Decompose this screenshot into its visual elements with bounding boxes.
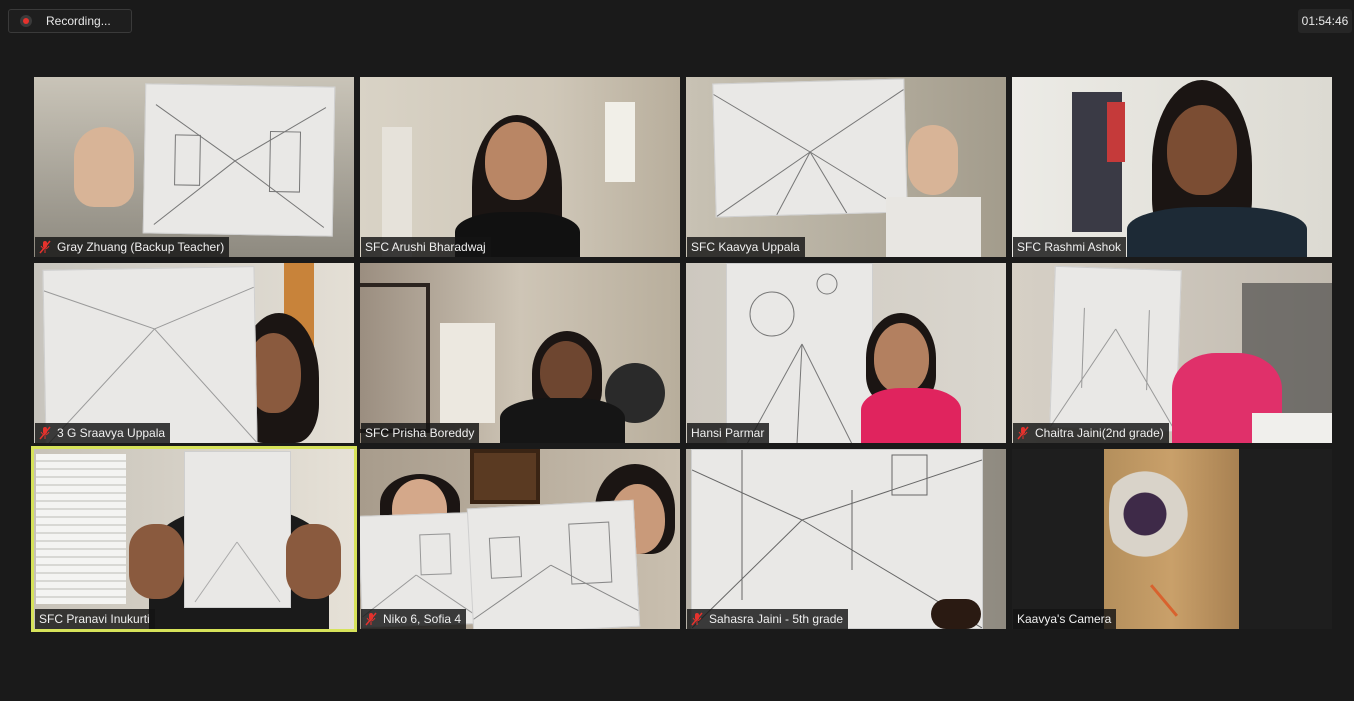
video-tile[interactable]: Kaavya's Camera (1012, 449, 1332, 629)
participant-label: 3 G Sraavya Uppala (35, 423, 171, 443)
participant-label: SFC Prisha Boreddy (361, 423, 480, 443)
camera-feed (1104, 449, 1239, 629)
face (874, 323, 929, 393)
participant-label: Niko 6, Sofia 4 (361, 609, 467, 629)
video-tile-active-speaker[interactable]: SFC Pranavi Inukurti (31, 446, 357, 632)
video-tile[interactable]: SFC Kaavya Uppala (686, 77, 1006, 257)
participant-label: SFC Kaavya Uppala (687, 237, 805, 257)
wall-picture (470, 449, 540, 504)
drawing-paper (712, 78, 908, 218)
drawing-paper (42, 266, 258, 443)
participant-name: Kaavya's Camera (1017, 612, 1112, 626)
participant-label: SFC Rashmi Ashok (1013, 237, 1127, 257)
record-icon (20, 15, 32, 27)
participant-name: SFC Pranavi Inukurti (39, 612, 150, 626)
muted-mic-icon (691, 612, 703, 626)
window-blinds (36, 454, 126, 604)
participant-name: Gray Zhuang (Backup Teacher) (57, 240, 225, 254)
participant-label: Hansi Parmar (687, 423, 770, 443)
muted-mic-icon (365, 612, 377, 626)
participant-name: Sahasra Jaini - 5th grade (709, 612, 844, 626)
participant-name: SFC Arushi Bharadwaj (365, 240, 486, 254)
video-tile[interactable]: SFC Prisha Boreddy (360, 263, 680, 443)
hand-shape (74, 127, 134, 207)
drawing-paper (1049, 265, 1182, 433)
drawing-paper (726, 263, 873, 443)
face (1167, 105, 1237, 195)
video-tile[interactable]: SFC Arushi Bharadwaj (360, 77, 680, 257)
participant-name: SFC Rashmi Ashok (1017, 240, 1122, 254)
video-tile[interactable]: 3 G Sraavya Uppala (34, 263, 354, 443)
muted-mic-icon (39, 240, 51, 254)
participant-label: Sahasra Jaini - 5th grade (687, 609, 849, 629)
meeting-timer: 01:54:46 (1298, 9, 1352, 33)
participant-name: Chaitra Jaini(2nd grade) (1035, 426, 1164, 440)
video-tile[interactable]: Gray Zhuang (Backup Teacher) (34, 77, 354, 257)
recording-label: Recording... (46, 14, 111, 28)
participant-name: 3 G Sraavya Uppala (57, 426, 166, 440)
meeting-window: Recording... 01:54:46 Gray Zhuang (Backu… (0, 0, 1354, 701)
face (540, 341, 592, 403)
video-tile[interactable]: SFC Rashmi Ashok (1012, 77, 1332, 257)
video-tile[interactable]: Sahasra Jaini - 5th grade (686, 449, 1006, 629)
participant-label: Kaavya's Camera (1013, 609, 1117, 629)
drawing-paper (466, 499, 641, 629)
muted-mic-icon (39, 426, 51, 440)
drawing-paper (184, 451, 291, 608)
video-tile[interactable]: Hansi Parmar (686, 263, 1006, 443)
participant-label: Chaitra Jaini(2nd grade) (1013, 423, 1169, 443)
drawing-paper (142, 83, 336, 237)
participant-name: Niko 6, Sofia 4 (383, 612, 462, 626)
participant-name: SFC Kaavya Uppala (691, 240, 800, 254)
video-tile[interactable]: Chaitra Jaini(2nd grade) (1012, 263, 1332, 443)
participant-name: SFC Prisha Boreddy (365, 426, 475, 440)
muted-mic-icon (1017, 426, 1029, 440)
participant-label: Gray Zhuang (Backup Teacher) (35, 237, 230, 257)
participant-label: SFC Arushi Bharadwaj (361, 237, 491, 257)
video-tile[interactable]: Niko 6, Sofia 4 (360, 449, 680, 629)
participant-label: SFC Pranavi Inukurti (35, 609, 155, 629)
face (485, 122, 547, 200)
recording-indicator[interactable]: Recording... (8, 9, 132, 33)
participant-name: Hansi Parmar (691, 426, 765, 440)
